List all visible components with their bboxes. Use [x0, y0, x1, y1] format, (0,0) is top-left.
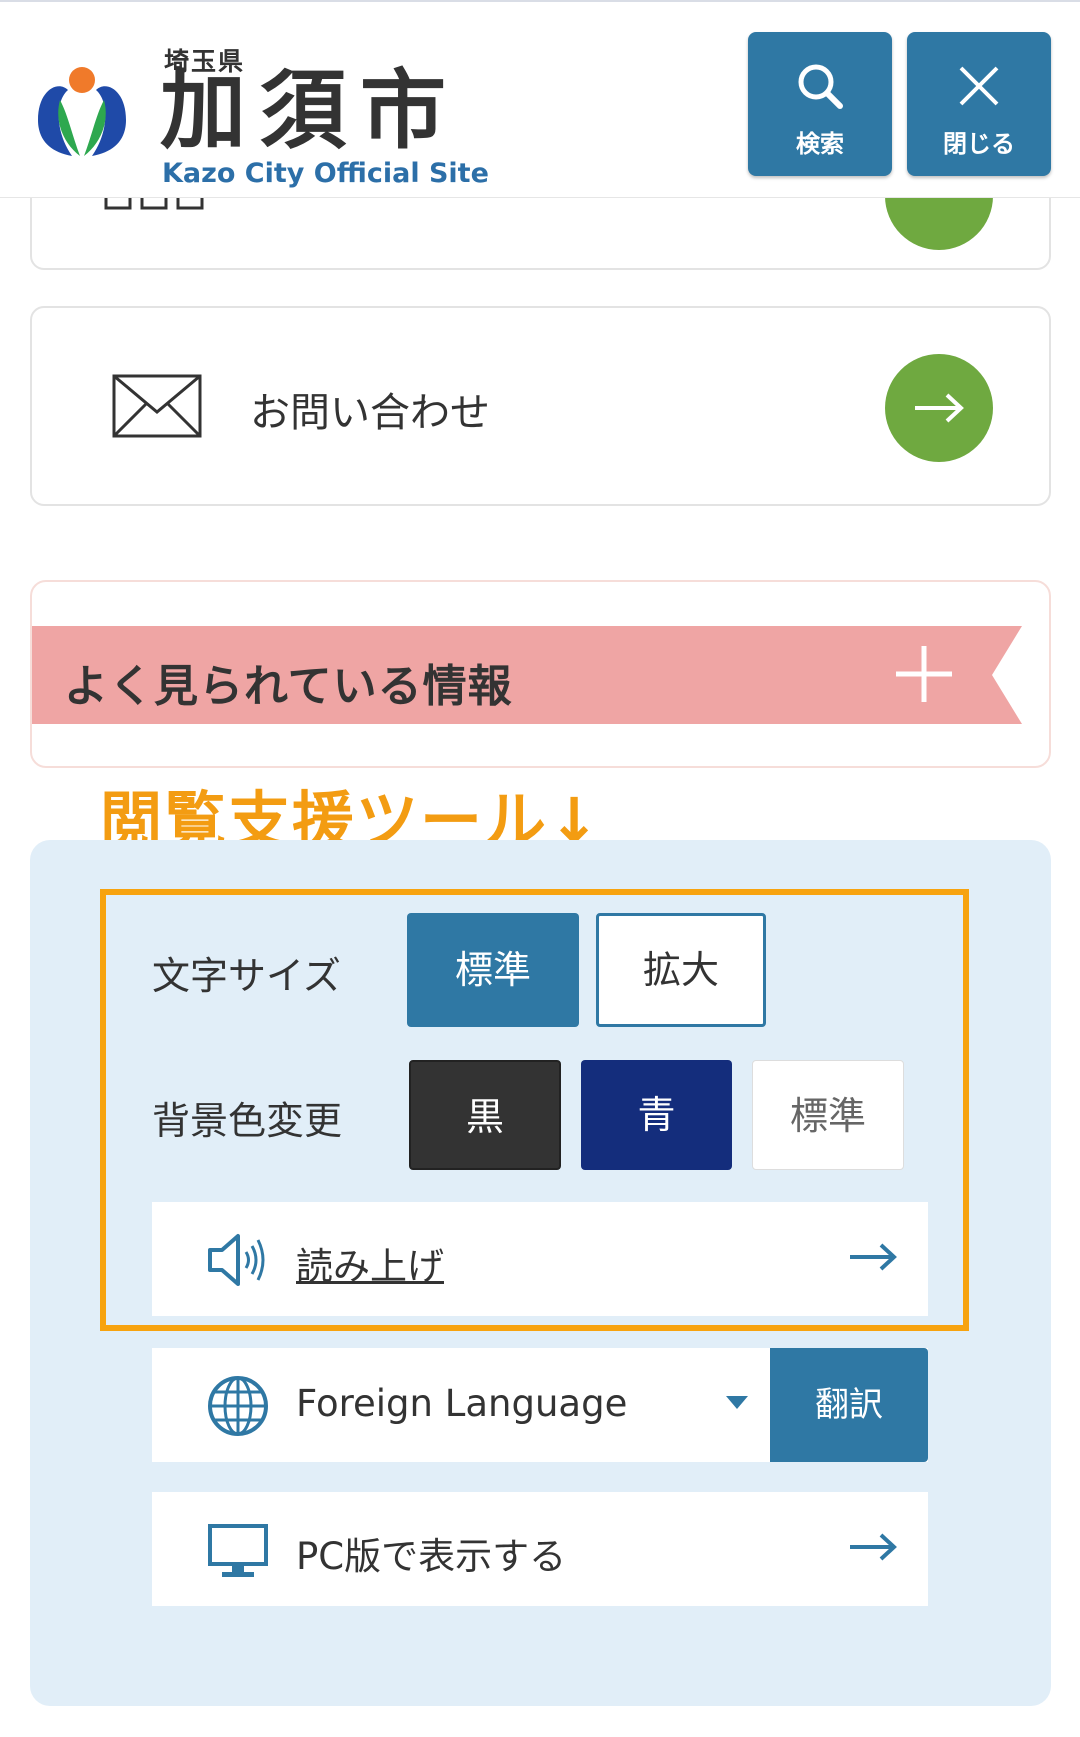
- city-emblem-icon[interactable]: [28, 60, 136, 168]
- chevron-down-icon[interactable]: [726, 1396, 748, 1409]
- close-button[interactable]: 閉じる: [907, 32, 1051, 176]
- translate-button[interactable]: 翻訳: [770, 1348, 928, 1462]
- site-header: 埼玉県 加須市 Kazo City Official Site 検索 閉じる: [0, 0, 1080, 198]
- close-icon: [959, 66, 999, 106]
- site-subtitle: Kazo City Official Site: [162, 158, 489, 189]
- contact-arrow-button[interactable]: [885, 354, 993, 462]
- plus-icon[interactable]: [894, 644, 954, 704]
- arrow-right-icon: [915, 393, 964, 423]
- monitor-icon: [208, 1524, 268, 1577]
- contact-card[interactable]: お問い合わせ: [30, 306, 1051, 506]
- contact-label: お問い合わせ: [250, 390, 490, 436]
- language-select[interactable]: Foreign Language: [296, 1382, 627, 1425]
- arrow-right-icon: [850, 1533, 897, 1561]
- pc-view-label: PC版で表示する: [296, 1535, 567, 1578]
- pc-view-row[interactable]: PC版で表示する: [152, 1492, 928, 1606]
- search-icon: [798, 64, 843, 109]
- close-button-label: 閉じる: [943, 130, 1015, 158]
- envelope-icon: [112, 374, 202, 438]
- language-row: Foreign Language 翻訳: [152, 1348, 928, 1462]
- popular-info-title: よく見られている情報: [64, 661, 513, 712]
- city-name-logo[interactable]: 加須市: [160, 68, 460, 154]
- globe-icon: [208, 1376, 268, 1436]
- popular-info-section[interactable]: よく見られている情報: [30, 580, 1051, 768]
- highlight-frame: [100, 889, 969, 1331]
- search-button-label: 検索: [796, 130, 844, 158]
- search-button[interactable]: 検索: [748, 32, 892, 176]
